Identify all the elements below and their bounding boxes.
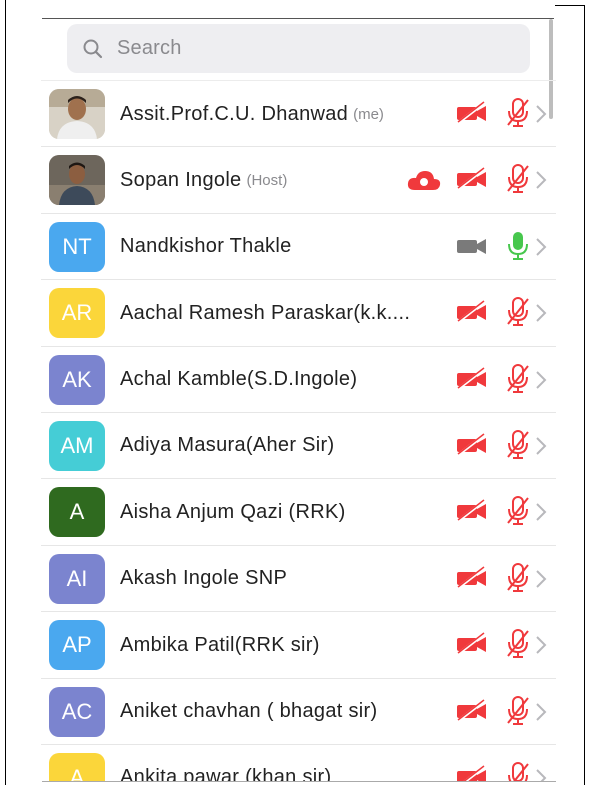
participant-row[interactable]: AI Akash Ingole SNP [41, 544, 556, 612]
frame-border-right [584, 5, 585, 785]
cloud-recording-icon [406, 168, 442, 197]
avatar-initials: AI [66, 565, 88, 591]
participant-name: Ankita pawar (khan sir) [120, 766, 332, 781]
chevron-right-icon[interactable] [534, 236, 548, 263]
video-off-icon[interactable] [455, 101, 489, 130]
mic-muted-icon[interactable] [505, 495, 531, 532]
chevron-right-icon[interactable] [534, 767, 548, 781]
participant-name-wrap: Assit.Prof.C.U. Dhanwad (me) [120, 81, 384, 147]
participant-role-tag: (Host) [246, 171, 288, 189]
search-icon [83, 39, 103, 58]
participant-name: Adiya Masura(Aher Sir) [120, 434, 335, 457]
participant-name-wrap: Ambika Patil(RRK sir) [120, 612, 320, 678]
participant-name-wrap: Achal Kamble(S.D.Ingole) [120, 347, 357, 413]
participant-row[interactable]: AR Aachal Ramesh Paraskar(k.k.... [41, 279, 556, 345]
search-placeholder: Search [117, 37, 182, 59]
mic-muted-icon[interactable] [505, 562, 531, 599]
mic-muted-icon[interactable] [505, 695, 531, 732]
participant-row[interactable]: AP Ambika Patil(RRK sir) [41, 611, 556, 677]
avatar: NT [49, 221, 105, 272]
participant-name: Achal Kamble(S.D.Ingole) [120, 368, 358, 391]
avatar: AR [49, 288, 105, 339]
avatar-initials: AC [61, 698, 93, 724]
participant-name-wrap: Aachal Ramesh Paraskar(k.k.... [120, 280, 410, 346]
participant-name-wrap: Nandkishor Thakle [120, 214, 292, 280]
participant-row[interactable]: Assit.Prof.C.U. Dhanwad (me) [41, 80, 556, 146]
avatar: AP [49, 620, 105, 671]
participant-name-wrap: Ankita pawar (khan sir) [120, 745, 331, 781]
frame-border-top-right [555, 5, 585, 6]
participant-name: Sopan Ingole [120, 168, 242, 191]
avatar: A [49, 752, 105, 781]
video-off-icon[interactable] [455, 566, 489, 595]
participant-name: Aisha Anjum Qazi (RRK) [120, 500, 346, 523]
chevron-right-icon[interactable] [534, 103, 548, 130]
chevron-right-icon[interactable] [534, 701, 548, 728]
avatar: A [49, 487, 105, 538]
participant-row[interactable]: NT Nandkishor Thakle [41, 212, 556, 280]
participant-name: Akash Ingole SNP [120, 567, 288, 590]
chevron-right-icon[interactable] [534, 435, 548, 462]
avatar-initials: AM [60, 432, 94, 458]
avatar-initials: A [69, 499, 85, 525]
participant-name-wrap: Adiya Masura(Aher Sir) [120, 413, 334, 479]
avatar-initials: AP [62, 632, 92, 658]
avatar-initials: AK [62, 366, 92, 392]
participant-row[interactable]: AM Adiya Masura(Aher Sir) [41, 411, 556, 479]
search-input[interactable]: Search [67, 24, 530, 73]
frame-border-left [5, 0, 6, 785]
participant-name-wrap: Akash Ingole SNP [120, 546, 287, 612]
chevron-right-icon[interactable] [534, 302, 548, 329]
mic-on-icon[interactable] [505, 230, 531, 267]
avatar [49, 155, 105, 206]
mic-muted-icon[interactable] [505, 363, 531, 400]
mic-muted-icon[interactable] [505, 97, 531, 134]
participant-row[interactable]: A Ankita pawar (khan sir) [41, 743, 556, 781]
video-off-icon[interactable] [455, 167, 489, 196]
mic-muted-icon[interactable] [505, 761, 531, 781]
avatar: AK [49, 354, 105, 405]
video-off-icon[interactable] [455, 366, 489, 396]
participant-name: Nandkishor Thakle [120, 235, 292, 258]
chevron-right-icon[interactable] [534, 369, 548, 396]
avatar-initials: AR [61, 300, 93, 326]
chevron-right-icon[interactable] [534, 169, 548, 196]
mic-muted-icon[interactable] [505, 296, 531, 333]
chevron-right-icon[interactable] [534, 634, 548, 661]
participant-name: Ambika Patil(RRK sir) [120, 633, 320, 656]
frame-border-bottom [42, 781, 556, 782]
participant-list: Assit.Prof.C.U. Dhanwad (me) Sopan Ingole(… [41, 80, 556, 781]
avatar [49, 89, 105, 139]
video-off-icon[interactable] [455, 433, 489, 462]
participant-row[interactable]: Sopan Ingole (Host) [41, 146, 556, 212]
video-off-icon[interactable] [455, 765, 489, 781]
avatar: AI [49, 553, 105, 604]
video-off-icon[interactable] [455, 698, 489, 728]
mic-muted-icon[interactable] [505, 163, 531, 200]
avatar-initials: A [69, 764, 85, 781]
chevron-right-icon[interactable] [534, 568, 548, 595]
video-on-icon[interactable] [455, 234, 489, 263]
chevron-right-icon[interactable] [534, 501, 548, 528]
participant-row[interactable]: A Aisha Anjum Qazi (RRK) [41, 478, 556, 544]
participant-name-wrap: Aisha Anjum Qazi (RRK) [120, 479, 346, 545]
mic-muted-icon[interactable] [505, 628, 531, 665]
video-off-icon[interactable] [455, 632, 489, 661]
participant-row[interactable]: AK Achal Kamble(S.D.Ingole) [41, 345, 556, 413]
participant-row[interactable]: AC Aniket chavhan ( bhagat sir) [41, 677, 556, 745]
video-off-icon[interactable] [455, 300, 489, 329]
avatar: AM [49, 420, 105, 471]
participant-name-wrap: Sopan Ingole (Host) [120, 147, 287, 213]
video-off-icon[interactable] [455, 499, 489, 528]
participants-screen: Search Assit.Prof.C.U. Dhanwad (me) Sopan … [41, 19, 556, 781]
participant-name: Aniket chavhan ( bhagat sir) [120, 700, 378, 723]
mic-muted-icon[interactable] [505, 429, 531, 466]
participant-name: Aachal Ramesh Paraskar(k.k.... [120, 301, 411, 324]
participant-name-wrap: Aniket chavhan ( bhagat sir) [120, 679, 377, 745]
participant-role-tag: (me) [353, 105, 384, 123]
avatar-initials: NT [62, 233, 92, 259]
avatar: AC [49, 686, 105, 737]
participant-name: Assit.Prof.C.U. Dhanwad [120, 102, 349, 125]
